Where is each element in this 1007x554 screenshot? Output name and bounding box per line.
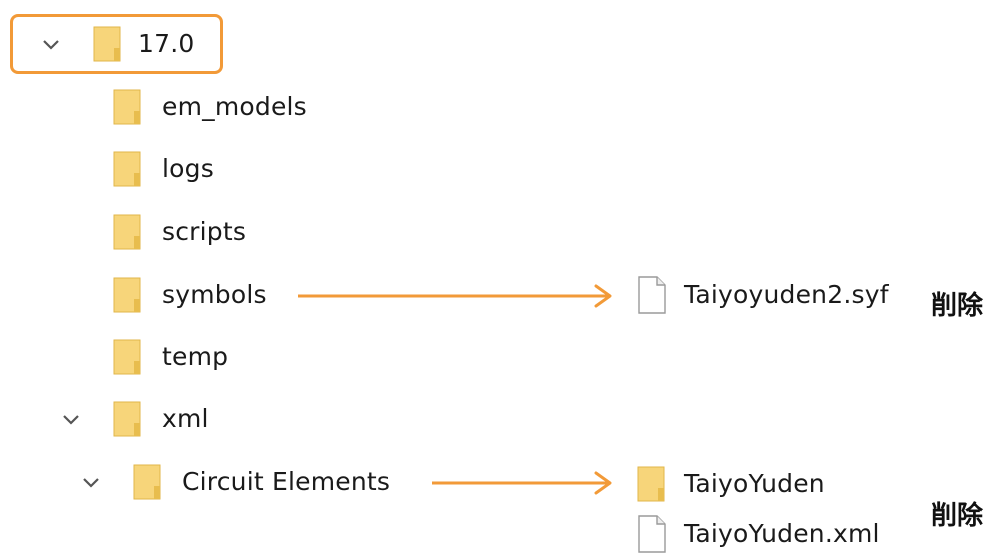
folder-label: xml — [162, 404, 209, 433]
chevron-down-icon[interactable] — [80, 471, 102, 493]
folder-icon — [112, 337, 144, 377]
folder-row-taiyoyuden[interactable]: TaiyoYuden — [636, 464, 825, 504]
arrow-symbols-to-file — [298, 284, 612, 308]
file-row-taiyoyuden-xml[interactable]: TaiyoYuden.xml — [636, 514, 880, 554]
tree-row-scripts[interactable]: scripts — [112, 212, 246, 252]
tree-row-temp[interactable]: temp — [112, 337, 228, 377]
folder-label: temp — [162, 342, 229, 371]
folder-label: scripts — [162, 217, 247, 246]
folder-label: logs — [162, 154, 214, 183]
folder-icon — [132, 462, 164, 502]
folder-label: symbols — [162, 280, 267, 309]
folder-label: 17.0 — [138, 29, 195, 58]
tree-row-xml[interactable]: xml — [60, 399, 209, 439]
folder-icon — [112, 149, 144, 189]
chevron-down-icon[interactable] — [40, 33, 62, 55]
folder-icon — [112, 87, 144, 127]
delete-note: 削除 — [931, 291, 984, 321]
file-label: Taiyoyuden2.syf — [684, 280, 889, 309]
tree-row-em-models[interactable]: em_models — [112, 87, 307, 127]
arrow-circuit-to-targets — [432, 471, 612, 495]
tree-row-symbols[interactable]: symbols — [112, 275, 267, 315]
tree-row-logs[interactable]: logs — [112, 149, 214, 189]
folder-label: Circuit Elements — [182, 467, 391, 496]
folder-label: em_models — [162, 92, 307, 121]
chevron-down-icon[interactable] — [60, 408, 82, 430]
folder-icon — [112, 212, 144, 252]
folder-icon — [112, 275, 144, 315]
folder-label: TaiyoYuden — [684, 469, 825, 498]
delete-note: 削除 — [931, 501, 984, 531]
folder-icon — [92, 24, 124, 64]
tree-row-17-0[interactable]: 17.0 — [40, 24, 194, 64]
file-icon — [636, 514, 668, 554]
file-label: TaiyoYuden.xml — [684, 519, 880, 548]
tree-row-circuit-elements[interactable]: Circuit Elements — [80, 462, 390, 502]
file-icon — [636, 275, 668, 315]
folder-icon — [112, 399, 144, 439]
file-row-taiyoyuden2-syf[interactable]: Taiyoyuden2.syf — [636, 275, 889, 315]
folder-icon — [636, 464, 668, 504]
